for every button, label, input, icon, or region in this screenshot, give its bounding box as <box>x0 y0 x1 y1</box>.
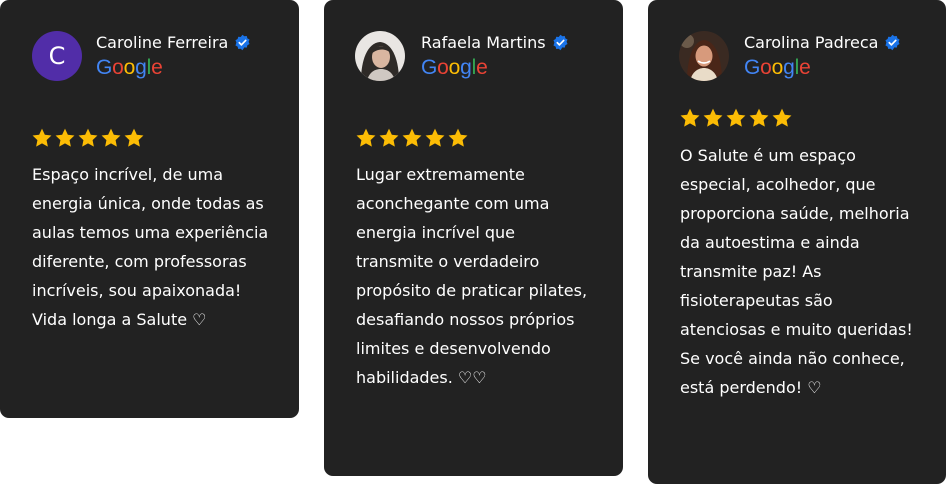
star-icon <box>425 128 445 147</box>
reviewer-name-row: Rafaela Martins <box>421 30 569 54</box>
star-icon <box>703 108 723 127</box>
review-text: Lugar extremamente aconchegante com uma … <box>356 165 588 387</box>
reviewer-name[interactable]: Rafaela Martins <box>421 33 546 52</box>
star-icon <box>124 128 144 147</box>
star-icon <box>448 128 468 147</box>
star-rating <box>31 127 145 149</box>
avatar[interactable] <box>355 31 405 81</box>
review-card-rafaela-martins: Rafaela Martins Google Lugar extremament… <box>324 0 623 476</box>
star-icon <box>402 128 422 147</box>
star-rating <box>355 127 469 149</box>
reviewer-name-row: Carolina Padreca <box>744 30 901 54</box>
star-icon <box>78 128 98 147</box>
reviewer-name-row: Caroline Ferreira <box>96 30 251 54</box>
star-icon <box>356 128 376 147</box>
avatar-letter: C <box>48 42 66 70</box>
avatar[interactable]: C <box>32 31 82 81</box>
review-card-carolina-padreca: Carolina Padreca Google O Salute é um es… <box>648 0 946 484</box>
review-card-caroline-ferreira: C Caroline Ferreira Google Espaço incrív… <box>0 0 299 418</box>
star-icon <box>101 128 121 147</box>
star-icon <box>55 128 75 147</box>
star-icon <box>749 108 769 127</box>
star-icon <box>726 108 746 127</box>
review-text: Espaço incrível, de uma energia única, o… <box>32 165 269 329</box>
verified-badge-icon <box>553 34 568 50</box>
avatar-photo <box>679 31 729 81</box>
star-rating <box>679 107 793 129</box>
avatar-photo <box>355 31 405 81</box>
google-logo: Google <box>744 56 811 79</box>
avatar[interactable] <box>679 31 729 81</box>
google-logo: Google <box>421 56 488 79</box>
google-logo: Google <box>96 56 163 79</box>
star-icon <box>772 108 792 127</box>
star-icon <box>379 128 399 147</box>
reviewer-name[interactable]: Caroline Ferreira <box>96 33 228 52</box>
star-icon <box>680 108 700 127</box>
review-text: O Salute é um espaço especial, acolhedor… <box>680 146 913 397</box>
verified-badge-icon <box>235 34 250 50</box>
reviewer-name[interactable]: Carolina Padreca <box>744 33 878 52</box>
star-icon <box>32 128 52 147</box>
verified-badge-icon <box>885 34 900 50</box>
